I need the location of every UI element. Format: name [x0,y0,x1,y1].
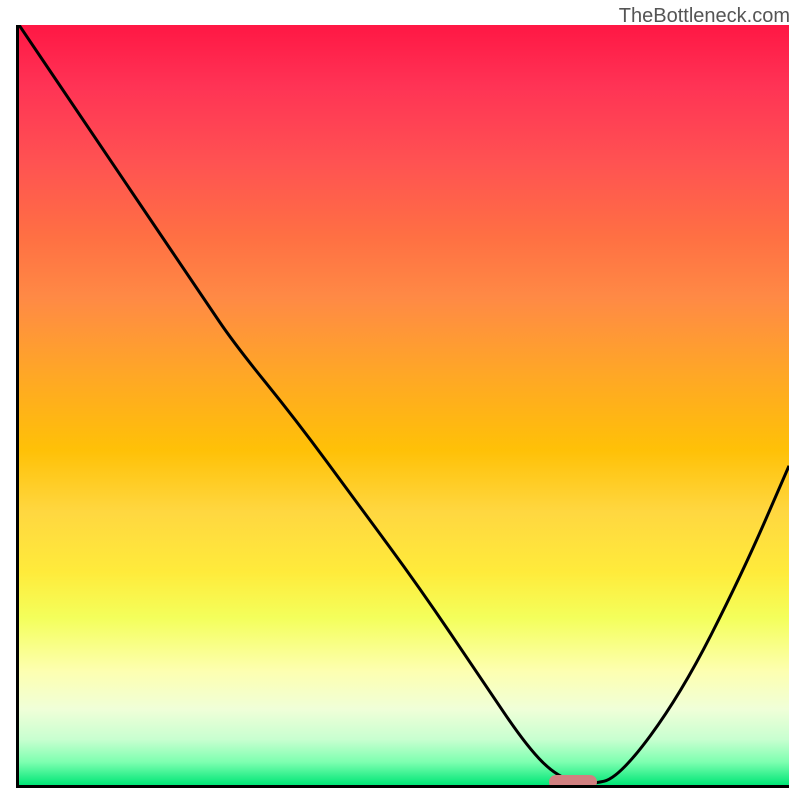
bottleneck-curve [19,25,789,783]
plot-area [16,25,789,788]
watermark-text: TheBottleneck.com [619,5,790,28]
chart-container: TheBottleneck.com [0,0,800,800]
curve-svg [19,25,789,785]
optimal-marker [549,775,597,788]
